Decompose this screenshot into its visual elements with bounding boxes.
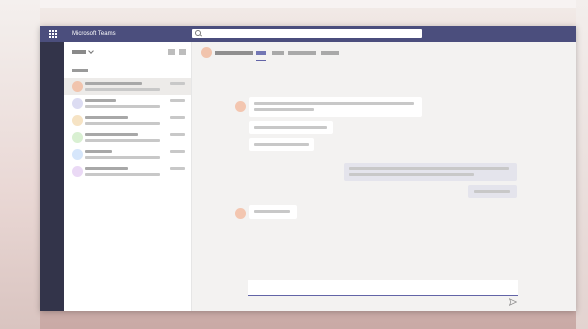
- chat-list-item[interactable]: [64, 112, 191, 129]
- app-bar-rail: [40, 42, 64, 311]
- new-chat-icon[interactable]: [179, 49, 186, 55]
- teams-window: Microsoft Teams: [40, 26, 576, 311]
- search-icon: [195, 30, 201, 36]
- avatar: [72, 115, 83, 126]
- chat-list-item[interactable]: [64, 78, 191, 95]
- chat-item-time: [170, 99, 185, 102]
- message-bubble: [249, 97, 422, 117]
- chat-list-title[interactable]: [72, 50, 86, 54]
- chat-item-preview: [85, 139, 160, 142]
- tab-activity[interactable]: [321, 51, 339, 55]
- chat-item-time: [170, 116, 185, 119]
- chat-item-preview: [85, 173, 160, 176]
- chat-item-preview: [85, 88, 160, 91]
- chat-item-preview: [85, 122, 160, 125]
- message-bubble: [249, 205, 297, 219]
- chat-item-time: [170, 150, 185, 153]
- chat-item-time: [170, 167, 185, 170]
- active-tab-indicator: [256, 60, 266, 61]
- message-bubble-outgoing: [344, 163, 517, 181]
- chat-list-pane: [64, 42, 192, 311]
- avatar: [235, 208, 246, 219]
- chat-item-preview: [85, 156, 160, 159]
- filter-icon[interactable]: [168, 49, 175, 55]
- chat-list-item[interactable]: [64, 129, 191, 146]
- section-label-recent: [72, 69, 88, 72]
- avatar: [72, 149, 83, 160]
- avatar: [72, 166, 83, 177]
- chat-item-name: [85, 116, 128, 119]
- chat-item-time: [170, 82, 185, 85]
- avatar: [201, 47, 212, 58]
- chat-item-name: [85, 82, 142, 85]
- chat-area: [192, 42, 576, 311]
- tab-organization[interactable]: [288, 51, 316, 55]
- chat-list-item[interactable]: [64, 95, 191, 112]
- message-bubble: [249, 121, 333, 134]
- desktop-background-right: [576, 0, 588, 329]
- send-icon[interactable]: [509, 298, 517, 306]
- chat-item-name: [85, 99, 116, 102]
- chat-item-name: [85, 150, 112, 153]
- avatar: [72, 132, 83, 143]
- compose-message-box[interactable]: [248, 280, 518, 296]
- app-launcher-icon[interactable]: [49, 30, 57, 38]
- title-bar: Microsoft Teams: [40, 26, 576, 42]
- tab-files[interactable]: [272, 51, 284, 55]
- message-bubble: [249, 138, 314, 151]
- avatar: [72, 98, 83, 109]
- message-bubble-outgoing: [468, 185, 517, 198]
- app-title: Microsoft Teams: [72, 31, 116, 37]
- chat-item-name: [85, 167, 128, 170]
- search-input[interactable]: [192, 29, 422, 38]
- chat-item-preview: [85, 105, 160, 108]
- chat-list-item[interactable]: [64, 163, 191, 180]
- tab-chat[interactable]: [256, 51, 266, 55]
- chat-item-time: [170, 133, 185, 136]
- avatar: [72, 81, 83, 92]
- chat-item-name: [85, 133, 138, 136]
- filter-chevron-icon[interactable]: [88, 48, 94, 54]
- desktop-background-top: [0, 0, 588, 8]
- chat-header-name: [215, 51, 253, 55]
- desktop-background-left: [0, 0, 40, 329]
- chat-list-item[interactable]: [64, 146, 191, 163]
- avatar: [235, 101, 246, 112]
